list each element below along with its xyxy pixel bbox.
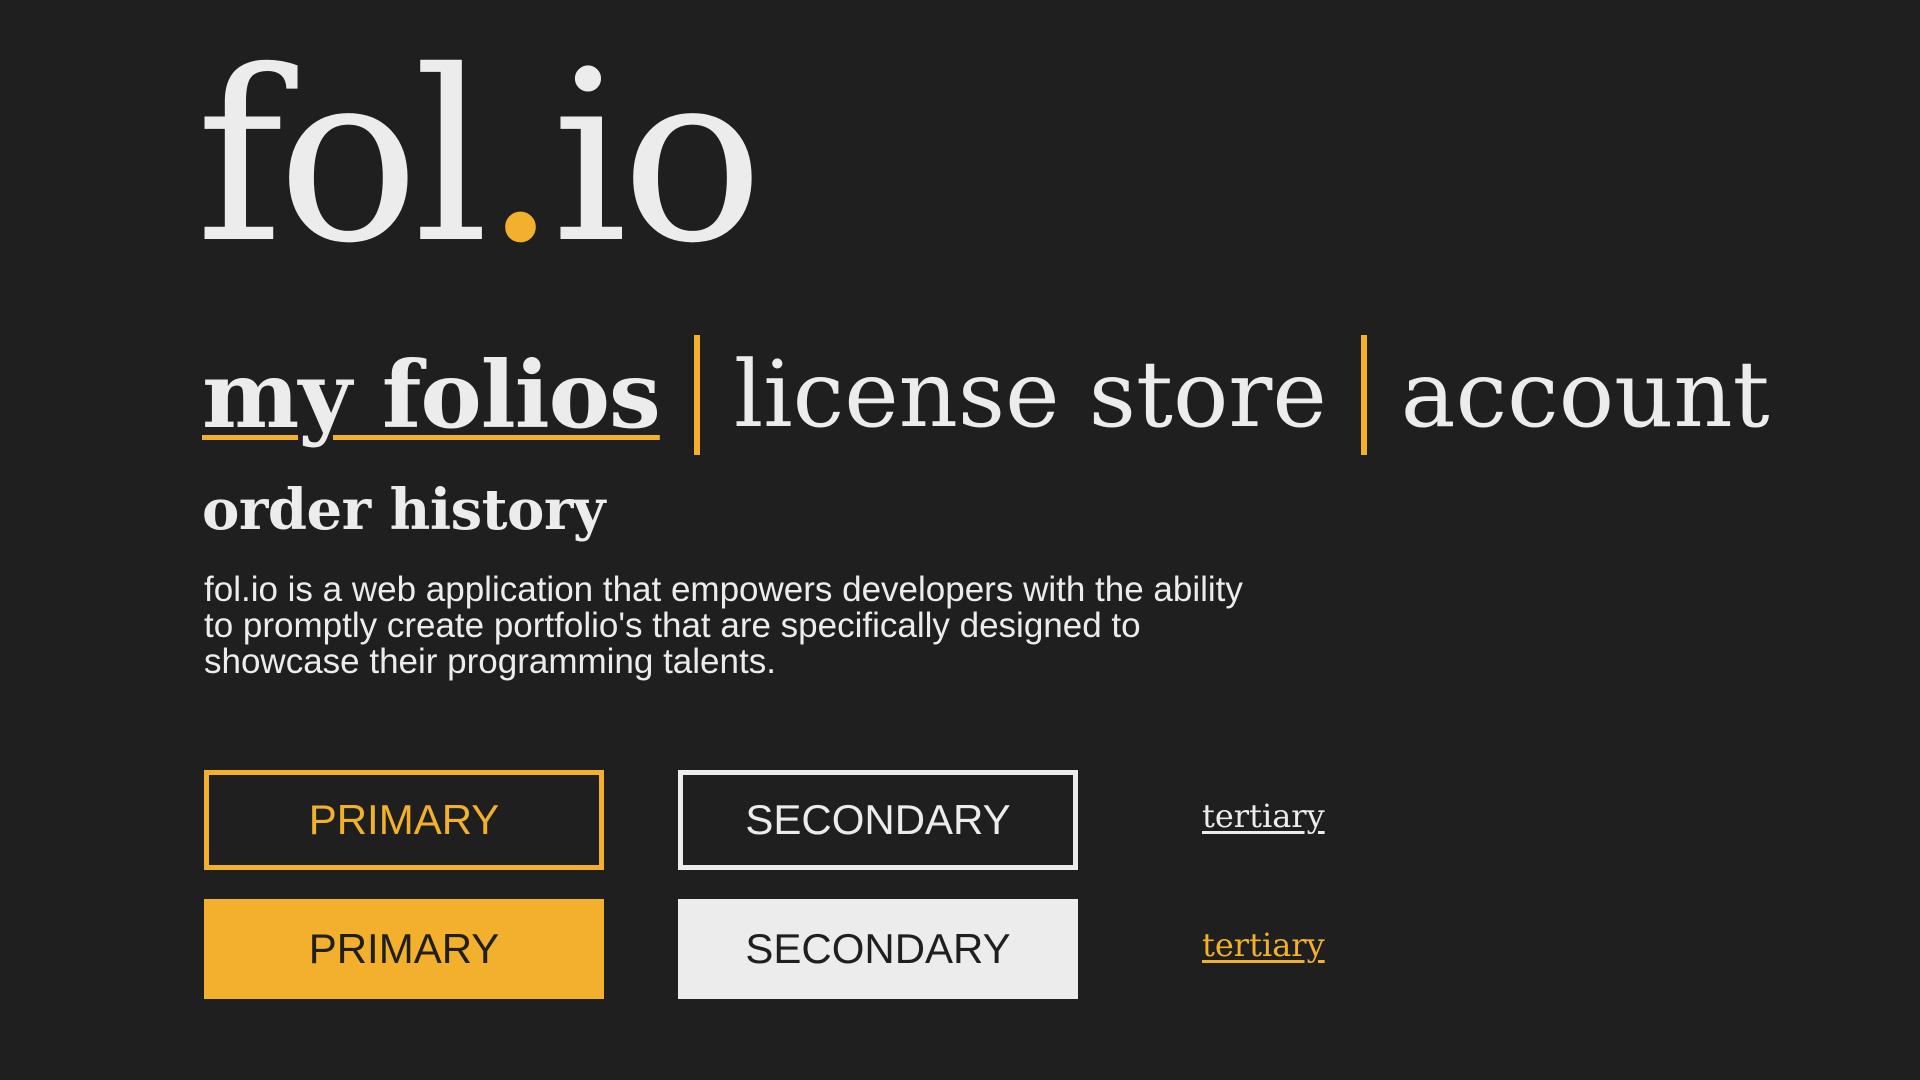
logo-dot: . — [482, 20, 558, 295]
logo-text-part1: fol — [196, 20, 489, 295]
secondary-filled-button[interactable]: SECONDARY — [678, 899, 1078, 999]
section-title: order history — [202, 477, 605, 543]
logo: fol.io — [196, 40, 764, 276]
secondary-outline-button[interactable]: SECONDARY — [678, 770, 1078, 870]
primary-filled-button[interactable]: PRIMARY — [204, 899, 604, 999]
nav-item-account[interactable]: account — [1401, 349, 1770, 441]
description-text: fol.io is a web application that empower… — [204, 570, 1243, 681]
primary-outline-button[interactable]: PRIMARY — [204, 770, 604, 870]
tertiary-link-light[interactable]: tertiary — [1202, 797, 1325, 835]
nav-separator — [693, 335, 700, 455]
main-nav: my folios license store account — [202, 330, 1770, 460]
nav-item-license-store[interactable]: license store — [734, 349, 1327, 441]
tertiary-link-accent[interactable]: tertiary — [1202, 926, 1325, 964]
nav-item-my-folios[interactable]: my folios — [202, 349, 661, 441]
logo-text-part2: io — [551, 20, 764, 295]
nav-separator — [1360, 335, 1367, 455]
